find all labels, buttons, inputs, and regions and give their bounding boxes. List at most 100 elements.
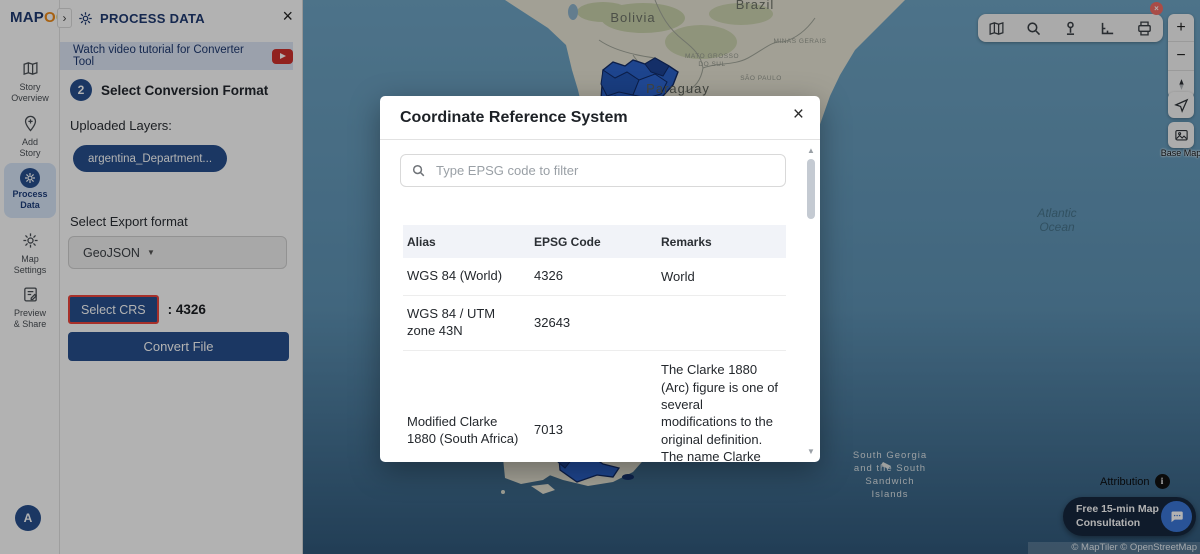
map-label-mato-grosso: DO SUL <box>698 61 725 68</box>
zoom-in-button[interactable]: + <box>1168 14 1194 41</box>
table-row[interactable]: WGS 84 (World) 4326 World <box>403 258 786 296</box>
rail-label: Data <box>20 200 40 210</box>
rail-label: Story <box>19 82 40 92</box>
consultation-line2: Consultation <box>1076 517 1159 530</box>
modal-close-button[interactable]: × <box>793 104 804 126</box>
sidebar-item-add-story[interactable]: AddStory <box>4 115 56 160</box>
navigation-arrow-icon <box>1174 98 1189 113</box>
layer-chip[interactable]: argentina_Department... <box>73 145 227 172</box>
sidebar-item-preview-share[interactable]: Preview& Share <box>4 286 56 331</box>
epsg-search-box <box>400 154 786 187</box>
crs-table-header: Alias EPSG Code Remarks <box>403 225 786 258</box>
consultation-button[interactable]: Free 15-min Map Consultation <box>1063 497 1196 536</box>
cell-code: 32643 <box>530 305 657 342</box>
notification-badge[interactable]: × <box>1150 2 1163 15</box>
chevron-down-icon: ▼ <box>147 248 155 257</box>
map-label-minas-gerais: MINAS GERAIS <box>774 38 827 45</box>
zoom-out-button[interactable]: − <box>1168 41 1194 69</box>
document-edit-icon <box>22 286 39 303</box>
map-label-bolivia: Bolivia <box>610 10 655 25</box>
cell-alias: WGS 84 (World) <box>403 258 530 295</box>
export-format-value: GeoJSON <box>83 246 140 260</box>
crs-row: Select CRS : 4326 <box>68 295 206 324</box>
cell-code: 4326 <box>530 258 657 295</box>
panel-close-button[interactable]: × <box>282 6 293 27</box>
avatar[interactable]: A <box>15 505 41 531</box>
crs-modal: Coordinate Reference System × Alias EPSG… <box>380 96 820 462</box>
panel-header: › PROCESS DATA × <box>60 0 303 36</box>
export-format-dropdown[interactable]: GeoJSON ▼ <box>68 236 287 269</box>
basemap-button[interactable] <box>1168 122 1194 148</box>
left-rail: MAPOG StoryOverview AddStory ProcessData… <box>0 0 60 554</box>
scroll-down-icon[interactable]: ▼ <box>805 447 817 456</box>
cell-alias: Modified Clarke 1880 (South Africa) <box>403 404 530 458</box>
search-icon[interactable] <box>1025 20 1042 37</box>
rail-label: Overview <box>11 93 49 103</box>
modal-scrollbar[interactable]: ▲ ▼ <box>805 146 817 456</box>
map-label-south-georgia: Islands <box>871 489 908 500</box>
rail-label: Story <box>19 148 40 158</box>
col-header-remarks: Remarks <box>657 235 786 249</box>
map-label-south-georgia: Sandwich <box>865 476 914 487</box>
basemap-label: Base Map <box>1158 148 1200 158</box>
consultation-line1: Free 15-min Map <box>1076 503 1159 516</box>
youtube-icon <box>272 49 293 64</box>
rail-label: Map <box>21 254 39 264</box>
map-toolbar <box>978 14 1163 42</box>
process-data-panel: › PROCESS DATA × Watch video tutorial fo… <box>60 0 303 554</box>
convert-file-button[interactable]: Convert File <box>68 332 289 361</box>
map-label-south-georgia: South Georgia <box>853 450 927 461</box>
rail-label: & Share <box>14 319 47 329</box>
map-label-brazil: Brazil <box>736 0 775 12</box>
crs-table: Alias EPSG Code Remarks WGS 84 (World) 4… <box>403 225 786 462</box>
table-row[interactable]: WGS 84 / UTM zone 43N 32643 <box>403 296 786 351</box>
cell-alias: WGS 84 / UTM zone 43N <box>403 296 530 350</box>
panel-title: PROCESS DATA <box>100 11 205 26</box>
modal-header: Coordinate Reference System × <box>380 96 820 140</box>
map-label-mato-grosso: MATO GROSSO <box>685 53 739 60</box>
map-label-sao-paulo: SÃO PAULO <box>740 73 782 82</box>
zoom-control: + − <box>1168 14 1194 98</box>
scrollbar-thumb[interactable] <box>807 159 815 219</box>
panel-gear-icon <box>78 11 93 26</box>
process-data-gear-icon <box>20 168 40 188</box>
col-header-epsg: EPSG Code <box>530 235 657 249</box>
print-icon[interactable] <box>1136 20 1153 37</box>
video-tutorial-label: Watch video tutorial for Converter Tool <box>73 44 264 68</box>
epsg-search-input[interactable] <box>436 163 785 178</box>
map-legend-icon[interactable] <box>988 20 1005 37</box>
sidebar-item-story-overview[interactable]: StoryOverview <box>4 60 56 105</box>
locate-button[interactable] <box>1168 92 1194 118</box>
lake <box>568 4 578 20</box>
basemap-icon <box>1174 128 1189 143</box>
compass-needle-icon <box>1175 78 1188 91</box>
map-book-icon <box>22 60 39 77</box>
pin-plus-icon <box>22 115 39 132</box>
video-tutorial-banner[interactable]: Watch video tutorial for Converter Tool <box>60 42 293 70</box>
chat-bubble <box>1161 501 1192 532</box>
rail-label: Preview <box>14 308 46 318</box>
scroll-up-icon[interactable]: ▲ <box>805 146 817 155</box>
measure-icon[interactable] <box>1099 20 1116 37</box>
table-row[interactable]: Modified Clarke 1880 (South Africa) 7013… <box>403 351 786 462</box>
cell-remarks <box>657 313 786 333</box>
attribution-label: Attribution <box>1100 476 1150 488</box>
panel-collapse-button[interactable]: › <box>57 8 72 28</box>
cell-remarks: The Clarke 1880 (Arc) figure is one of s… <box>657 351 786 462</box>
app-window: Bolivia Brazil Paraguay MATO GROSSO DO S… <box>0 0 1200 554</box>
location-marker-icon[interactable] <box>1062 20 1079 37</box>
map-label-paraguay: Paraguay <box>646 81 710 96</box>
map-label-south-georgia: and the South <box>854 463 926 474</box>
logo-part-o: O <box>44 9 56 26</box>
gear-icon <box>22 232 39 249</box>
map-label-atlantic: Ocean <box>1039 220 1075 234</box>
export-format-label: Select Export format <box>70 214 188 229</box>
select-crs-button[interactable]: Select CRS <box>68 295 159 324</box>
info-icon[interactable]: i <box>1155 474 1170 489</box>
map-copyright: © MapTiler © OpenStreetMap contributors <box>1028 542 1200 554</box>
logo-part-map: MAP <box>10 9 44 26</box>
sidebar-item-map-settings[interactable]: MapSettings <box>4 232 56 277</box>
cell-code: 7013 <box>530 412 657 449</box>
col-header-alias: Alias <box>403 235 530 249</box>
sidebar-item-process-data[interactable]: ProcessData <box>4 163 56 218</box>
